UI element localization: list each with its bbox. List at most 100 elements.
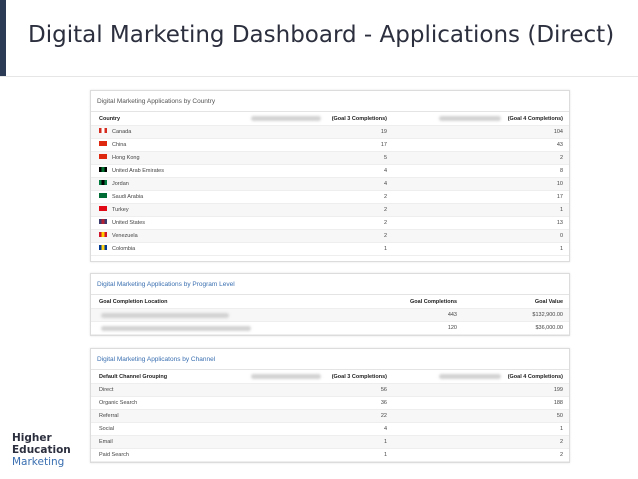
goal-4-value: 188 [553,400,563,406]
goal-completions-value: 120 [447,325,457,331]
channel-name: Paid Search [99,452,129,458]
channel-name: Referral [99,413,119,419]
goal-3-value: 4 [383,181,387,187]
goal-4-value: 1 [559,207,563,213]
title-accent-bar [0,0,6,76]
redacted-goal-4-name [439,116,501,121]
channel-name: Social [99,426,114,432]
table-row: China 17 43 [91,139,569,152]
country-label: United Arab Emirates [112,168,164,174]
channel-header-goal-4: (Goal 4 Completions) [507,374,563,380]
country-name: Venezuela [99,230,138,243]
program-panel: Digital Marketing Applications by Progra… [90,273,570,336]
country-name: United States [99,217,145,230]
program-header-location: Goal Completion Location [99,299,168,305]
slide-title: Digital Marketing Dashboard - Applicatio… [28,22,615,48]
goal-3-value: 56 [380,387,387,393]
channel-name: Direct [99,387,114,393]
title-divider [0,76,638,77]
goal-4-value: 2 [559,439,563,445]
table-row: Direct 56 199 [91,384,569,397]
country-label: Venezuela [112,233,138,239]
goal-4-value: 1 [559,426,563,432]
goal-3-value: 1 [383,452,387,458]
country-name: Saudi Arabia [99,191,143,204]
goal-3-value: 36 [380,400,387,406]
program-table-header: Goal Completion Location Goal Completion… [91,295,569,309]
logo-line-marketing: Marketing [12,456,65,468]
goal-4-value: 43 [556,142,563,148]
redacted-location [101,313,229,318]
country-flag-icon [99,219,107,225]
program-header-completions: Goal Completions [409,299,457,305]
country-flag-icon [99,154,107,160]
country-flag-icon [99,206,107,212]
country-label: Turkey [112,207,129,213]
goal-3-value: 22 [380,413,387,419]
channel-header-name: Default Channel Grouping [99,374,168,380]
logo-line-higher: Higher [12,432,52,444]
redacted-goal-4-name [439,374,501,379]
country-name: Jordan [99,178,129,191]
goal-4-value: 0 [559,233,563,239]
table-row: Canada 19 104 [91,126,569,139]
goal-4-value: 104 [553,129,563,135]
country-panel: Digital Marketing Applications by Countr… [90,90,570,262]
country-flag-icon [99,193,107,199]
country-label: Hong Kong [112,155,140,161]
goal-4-value: 2 [559,155,563,161]
goal-4-value: 17 [556,194,563,200]
goal-3-value: 2 [383,194,387,200]
channel-panel-title: Digital Marketing Applicatons by Channel [91,349,569,370]
table-row: Email 1 2 [91,436,569,449]
country-panel-title: Digital Marketing Applications by Countr… [91,91,569,112]
table-row: United States 2 13 [91,217,569,230]
table-row: Hong Kong 5 2 [91,152,569,165]
goal-3-value: 1 [383,246,387,252]
brand-logo: Higher Education Marketing [12,432,71,468]
country-header-goal-3: (Goal 3 Completions) [331,116,387,122]
redacted-location [101,326,251,331]
table-row: Saudi Arabia 2 17 [91,191,569,204]
goal-3-value: 1 [383,439,387,445]
goal-3-value: 17 [380,142,387,148]
goal-4-value: 8 [559,168,563,174]
country-name: Turkey [99,204,129,217]
table-row: Turkey 2 1 [91,204,569,217]
country-header-name: Country [99,116,121,122]
channel-table-header: Default Channel Grouping (Goal 3 Complet… [91,370,569,384]
country-flag-icon [99,232,107,238]
goal-3-value: 2 [383,233,387,239]
country-name: Hong Kong [99,152,140,165]
program-header-value: Goal Value [534,299,563,305]
country-name: United Arab Emirates [99,165,164,178]
logo-line-education: Education [12,444,71,456]
country-label: Canada [112,129,132,135]
country-flag-icon [99,167,107,173]
channel-name: Organic Search [99,400,138,406]
country-flag-icon [99,180,107,186]
channel-panel: Digital Marketing Applicatons by Channel… [90,348,570,463]
country-name: China [99,139,126,152]
country-label: Saudi Arabia [112,194,144,200]
country-label: United States [112,220,146,226]
goal-4-value: 2 [559,452,563,458]
table-row: Organic Search 36 188 [91,397,569,410]
country-label: Jordan [112,181,129,187]
country-label: Colombia [112,246,136,252]
table-row: 120 $36,000.00 [91,322,569,335]
goal-4-value: 10 [556,181,563,187]
country-flag-icon [99,141,107,147]
goal-4-value: 199 [553,387,563,393]
country-flag-icon [99,128,107,134]
goal-3-value: 5 [383,155,387,161]
goal-3-value: 19 [380,129,387,135]
table-row: Paid Search 1 2 [91,449,569,462]
goal-4-value: 1 [559,246,563,252]
channel-header-goal-3: (Goal 3 Completions) [331,374,387,380]
table-row: 443 $132,900.00 [91,309,569,322]
table-row: Jordan 4 10 [91,178,569,191]
country-name: Colombia [99,243,135,256]
goal-3-value: 2 [383,220,387,226]
goal-4-value: 50 [556,413,563,419]
